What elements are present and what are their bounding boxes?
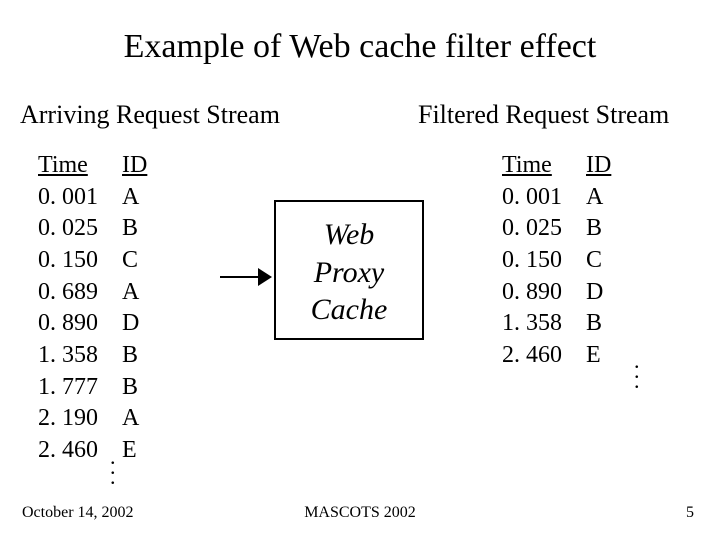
cache-line: Proxy [276, 254, 422, 292]
filtered-id-cell: B [586, 213, 611, 245]
filtered-time-header: Time [502, 150, 562, 182]
filtered-time-column: Time 0. 001 0. 025 0. 150 0. 890 1. 358 … [502, 150, 562, 372]
filtered-time-cell: 2. 460 [502, 340, 562, 372]
arriving-time-cell: 2. 460 [38, 435, 98, 467]
filtered-time-cell: 0. 025 [502, 213, 562, 245]
arriving-id-column: ID A B C A D B B A E [122, 150, 147, 467]
filtered-time-cell: 0. 001 [502, 182, 562, 214]
filtered-id-cell: D [586, 277, 611, 309]
arriving-id-cell: A [122, 403, 147, 435]
arriving-id-cell: C [122, 245, 147, 277]
arriving-id-cell: B [122, 372, 147, 404]
filtered-id-header: ID [586, 150, 611, 182]
arriving-stream-label: Arriving Request Stream [20, 100, 280, 130]
arriving-time-cell: 0. 025 [38, 213, 98, 245]
slide: Example of Web cache filter effect Arriv… [0, 0, 720, 540]
arriving-time-cell: 0. 150 [38, 245, 98, 277]
filtered-id-cell: E [586, 340, 611, 372]
filtered-id-cell: A [586, 182, 611, 214]
filtered-time-cell: 1. 358 [502, 308, 562, 340]
cache-line: Cache [276, 291, 422, 329]
arriving-id-cell: B [122, 213, 147, 245]
cache-line: Web [276, 216, 422, 254]
arriving-id-cell: A [122, 277, 147, 309]
footer-venue: MASCOTS 2002 [0, 504, 720, 522]
footer-page-number: 5 [686, 504, 694, 522]
filtered-stream-label: Filtered Request Stream [418, 100, 669, 130]
arriving-id-cell: B [122, 340, 147, 372]
ellipsis-icon: ... [110, 452, 116, 482]
arriving-time-cell: 1. 777 [38, 372, 98, 404]
filtered-time-cell: 0. 890 [502, 277, 562, 309]
arriving-time-cell: 0. 001 [38, 182, 98, 214]
arriving-table: Time 0. 001 0. 025 0. 150 0. 689 0. 890 … [38, 150, 147, 467]
arriving-time-cell: 0. 689 [38, 277, 98, 309]
arriving-time-header: Time [38, 150, 98, 182]
filtered-id-column: ID A B C D B E [586, 150, 611, 372]
filtered-time-cell: 0. 150 [502, 245, 562, 277]
arriving-time-cell: 1. 358 [38, 340, 98, 372]
arriving-id-cell: E [122, 435, 147, 467]
slide-title: Example of Web cache filter effect [0, 28, 720, 66]
web-proxy-cache-box: Web Proxy Cache [274, 200, 424, 340]
arriving-time-cell: 2. 190 [38, 403, 98, 435]
arriving-time-cell: 0. 890 [38, 308, 98, 340]
arriving-time-column: Time 0. 001 0. 025 0. 150 0. 689 0. 890 … [38, 150, 98, 467]
filtered-table: Time 0. 001 0. 025 0. 150 0. 890 1. 358 … [502, 150, 611, 372]
arriving-id-header: ID [122, 150, 147, 182]
ellipsis-icon: ... [634, 356, 640, 386]
filtered-id-cell: B [586, 308, 611, 340]
filtered-id-cell: C [586, 245, 611, 277]
arriving-id-cell: A [122, 182, 147, 214]
arriving-id-cell: D [122, 308, 147, 340]
arrow-icon [220, 268, 270, 286]
